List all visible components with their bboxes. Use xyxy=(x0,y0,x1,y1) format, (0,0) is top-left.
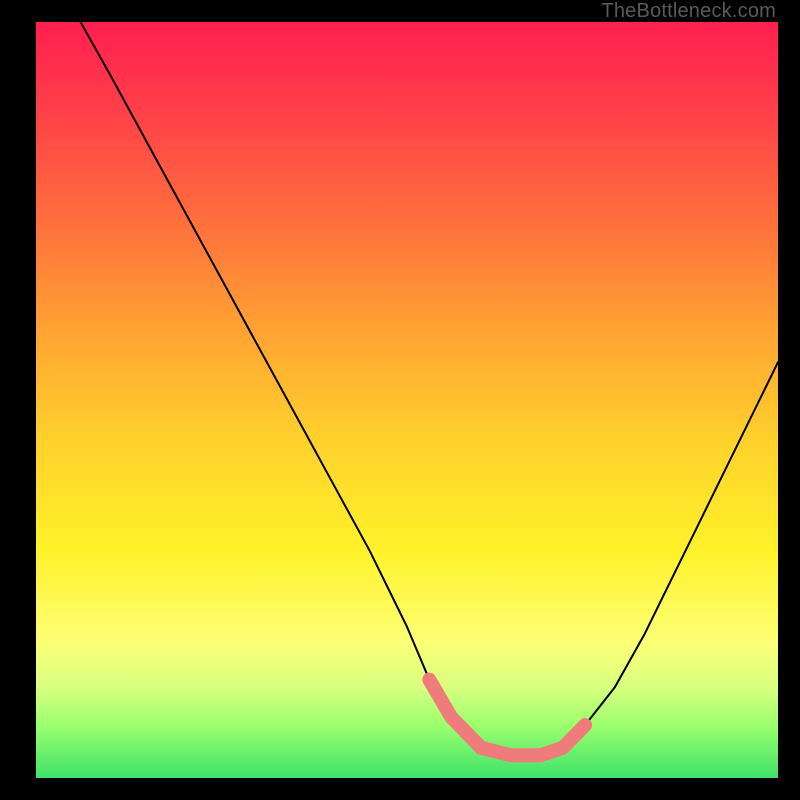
chart-frame: TheBottleneck.com xyxy=(0,0,800,800)
bottleneck-curve xyxy=(81,22,779,755)
trough-highlight xyxy=(429,680,585,756)
chart-svg xyxy=(36,22,778,778)
chart-plot-area xyxy=(36,22,778,778)
watermark-text: TheBottleneck.com xyxy=(601,0,776,23)
